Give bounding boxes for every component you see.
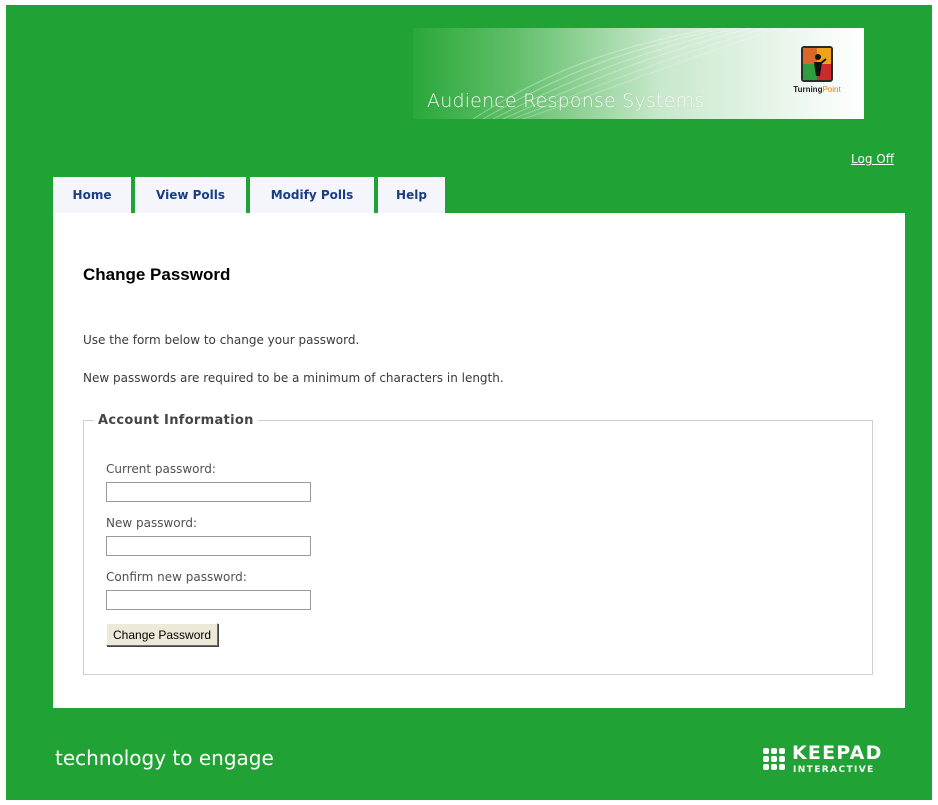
requirement-text: New passwords are required to be a minim… xyxy=(83,371,504,385)
main-nav: Home View Polls Modify Polls Help xyxy=(53,177,445,213)
current-password-label: Current password: xyxy=(106,462,216,476)
company-subtitle: INTERACTIVE xyxy=(793,765,875,775)
tab-help[interactable]: Help xyxy=(378,177,445,213)
new-password-label: New password: xyxy=(106,516,198,530)
new-password-input[interactable] xyxy=(106,536,311,556)
footer-tagline: technology to engage xyxy=(55,746,274,770)
content-panel: Change Password Use the form below to ch… xyxy=(53,213,905,708)
intro-text: Use the form below to change your passwo… xyxy=(83,333,360,347)
brand-name-light: Point xyxy=(822,85,841,94)
keypad-dots-icon xyxy=(763,748,785,770)
header-banner: Audience Response Systems TurningPoint xyxy=(413,28,864,119)
page-title: Change Password xyxy=(83,265,231,284)
brand-name-strong: Turning xyxy=(793,85,823,94)
tab-modify-polls[interactable]: Modify Polls xyxy=(250,177,374,213)
turningpoint-brand: TurningPoint xyxy=(785,45,849,115)
page-frame: Audience Response Systems TurningPoint L… xyxy=(6,5,932,800)
tab-home[interactable]: Home xyxy=(53,177,131,213)
logoff-link[interactable]: Log Off xyxy=(851,152,894,166)
current-password-input[interactable] xyxy=(106,482,311,502)
account-information-fieldset: Account Information Current password: Ne… xyxy=(83,413,873,675)
turningpoint-logo-icon xyxy=(801,46,833,82)
confirm-password-label: Confirm new password: xyxy=(106,570,247,584)
banner-title: Audience Response Systems xyxy=(427,90,705,112)
brand-wordmark: TurningPoint xyxy=(785,85,849,94)
fieldset-legend: Account Information xyxy=(98,413,254,428)
change-password-button[interactable]: Change Password xyxy=(106,623,219,646)
confirm-password-input[interactable] xyxy=(106,590,311,610)
keepad-logo: KEEPAD INTERACTIVE xyxy=(762,742,912,784)
company-name: KEEPAD xyxy=(792,742,883,764)
tab-view-polls[interactable]: View Polls xyxy=(135,177,246,213)
